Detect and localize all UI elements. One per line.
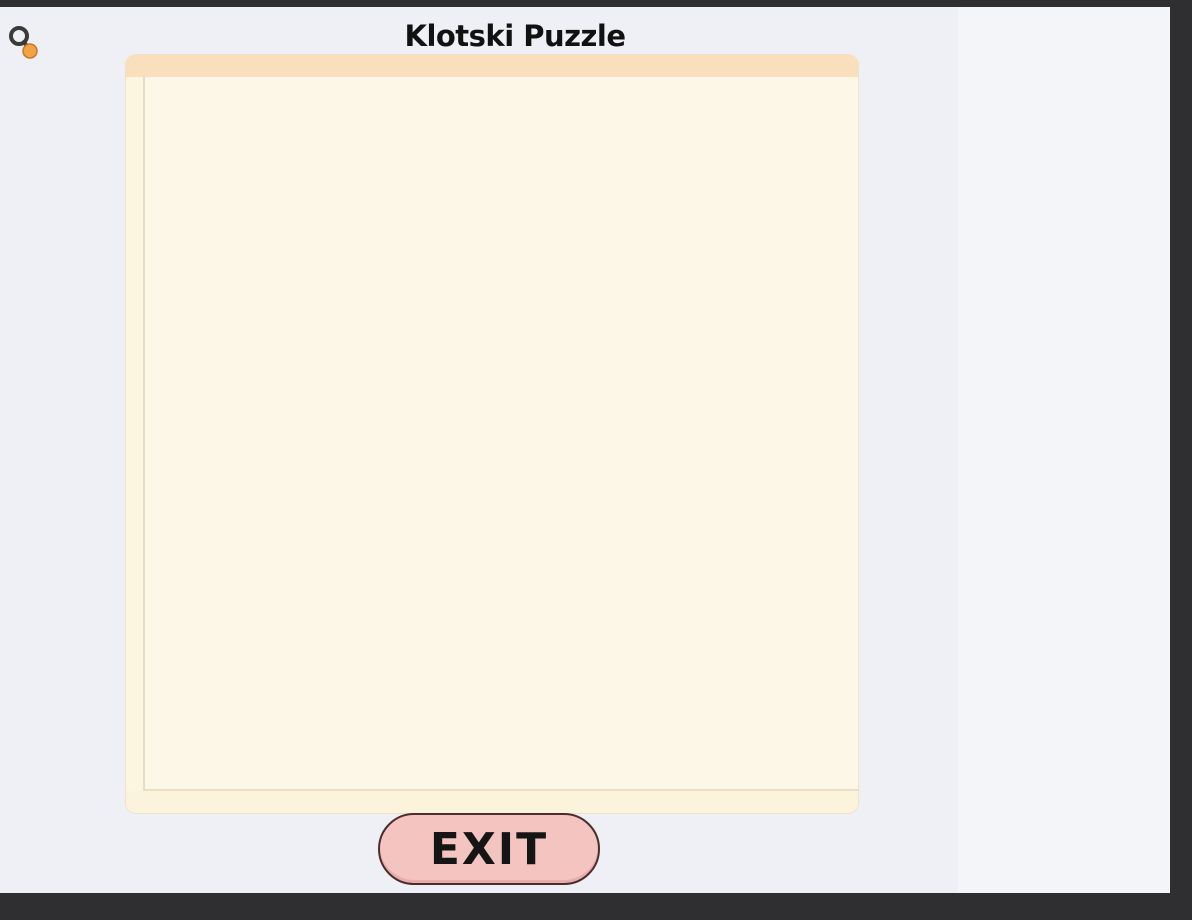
board-footer-strip	[126, 791, 858, 813]
board-header-strip	[126, 55, 858, 77]
side-panel	[958, 7, 1170, 893]
puzzle-board[interactable]	[126, 55, 858, 813]
page-title: Klotski Puzzle	[404, 19, 626, 53]
exit-button-label: EXIT	[429, 823, 549, 875]
game-window: Klotski Puzzle EXIT	[0, 7, 1170, 893]
board-play-area[interactable]	[143, 77, 858, 791]
exit-button[interactable]: EXIT	[378, 813, 600, 885]
